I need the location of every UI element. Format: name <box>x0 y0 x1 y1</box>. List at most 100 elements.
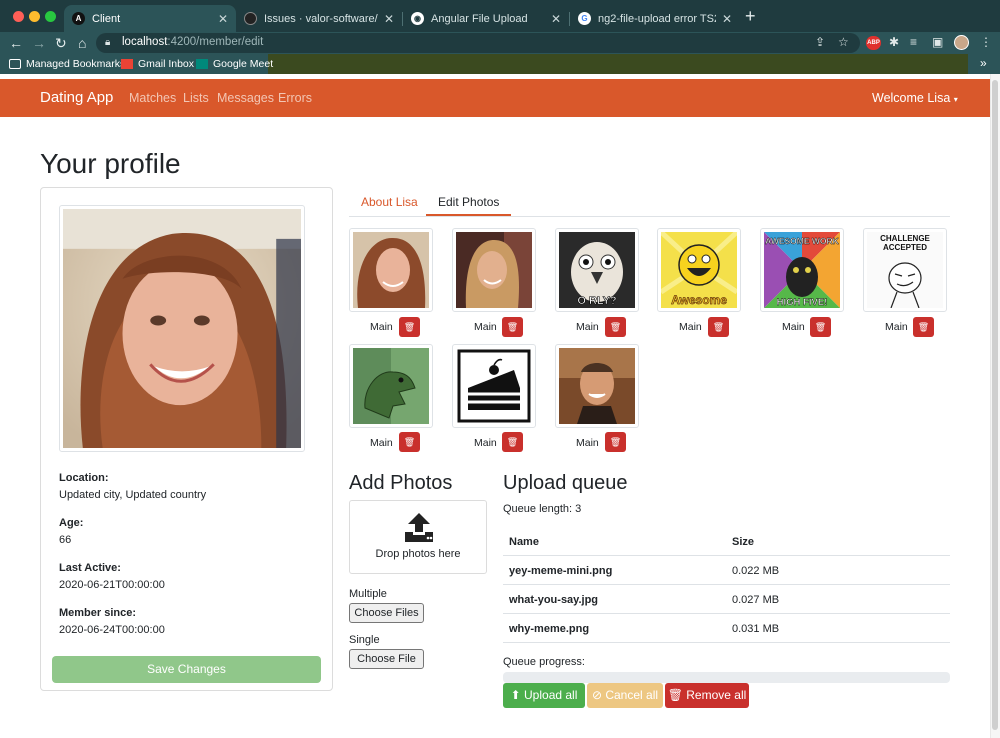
google-meet-icon <box>196 59 208 69</box>
set-main-button[interactable]: Main <box>474 437 497 449</box>
upload-all-button[interactable]: ⬆︎ Upload all <box>503 683 585 708</box>
delete-photo-button[interactable]: 🗑︎ <box>399 432 420 452</box>
page-scrollbar-thumb[interactable] <box>992 80 998 730</box>
photo-thumb <box>452 344 536 428</box>
age-value: 66 <box>59 534 72 546</box>
browser-tab-ng2-error[interactable]: G ng2-file-upload error TS2707: ✕ <box>570 5 740 32</box>
close-tab-icon[interactable]: ✕ <box>551 12 561 26</box>
queue-header-name: Name <box>509 536 539 548</box>
trash-icon: 🗑︎ <box>667 688 683 702</box>
queue-divider <box>503 555 950 556</box>
cat-caption-top: AWESOME WORK <box>765 236 840 246</box>
choose-file-button[interactable]: Choose File <box>349 649 424 669</box>
browser-tab-issues[interactable]: Issues · valor-software/ng2-file ✕ <box>236 5 402 32</box>
member-since-value: 2020-06-24T00:00:00 <box>59 624 165 636</box>
upload-icon: ⬆︎ <box>510 688 521 702</box>
set-main-button[interactable]: Main <box>370 321 393 333</box>
photo-thumb <box>452 228 536 312</box>
nav-link-lists[interactable]: Lists <box>183 91 209 105</box>
queue-file-name: what-you-say.jpg <box>509 594 599 606</box>
delete-photo-button[interactable]: 🗑︎ <box>605 317 626 337</box>
forward-icon[interactable]: → <box>32 34 46 52</box>
close-tab-icon[interactable]: ✕ <box>218 12 228 26</box>
tab-edit-photos[interactable]: Edit Photos <box>426 195 512 216</box>
member-since-label: Member since: <box>59 607 137 619</box>
delete-photo-button[interactable]: 🗑︎ <box>810 317 831 337</box>
minimize-window-button[interactable] <box>29 11 40 22</box>
photo-dropzone[interactable]: Drop photos here <box>349 500 487 574</box>
queue-file-size: 0.022 MB <box>732 565 780 577</box>
close-tab-icon[interactable]: ✕ <box>384 12 394 26</box>
save-changes-button[interactable]: Save Changes <box>52 656 321 683</box>
folder-icon <box>9 59 21 69</box>
photo-thumb <box>555 344 639 428</box>
close-window-button[interactable] <box>13 11 24 22</box>
adblock-icon[interactable]: ABP <box>866 36 881 50</box>
queue-divider <box>503 613 950 614</box>
page-title: Your profile <box>40 148 181 179</box>
queue-file-name: why-meme.png <box>509 623 590 635</box>
remove-all-button[interactable]: 🗑︎ Remove all <box>665 683 749 708</box>
delete-photo-button[interactable]: 🗑︎ <box>605 432 626 452</box>
delete-photo-button[interactable]: 🗑︎ <box>913 317 934 337</box>
awesome-caption: Awesome <box>671 293 727 307</box>
queue-progress-bar <box>503 672 950 683</box>
browser-menu-icon[interactable]: ⋮ <box>980 35 992 49</box>
share-icon[interactable]: ⇪ <box>815 35 825 49</box>
extensions-icon[interactable]: ✱ <box>889 35 899 49</box>
bookmarks-highlight <box>268 54 968 74</box>
brand-link[interactable]: Dating App <box>40 89 113 106</box>
reload-icon[interactable]: ↻ <box>55 34 67 52</box>
reading-list-icon[interactable]: ≡ <box>910 35 917 49</box>
delete-photo-button[interactable]: 🗑︎ <box>502 432 523 452</box>
dropzone-text: Drop photos here <box>375 548 461 560</box>
web-icon: ◉ <box>411 12 424 25</box>
last-active-label: Last Active: <box>59 562 121 574</box>
bookmark-gmail[interactable]: Gmail Inbox <box>121 58 194 70</box>
bookmarks-overflow-icon[interactable]: » <box>980 56 987 70</box>
close-tab-icon[interactable]: ✕ <box>722 12 732 26</box>
browser-tab-angular-file-upload[interactable]: ◉ Angular File Upload ✕ <box>403 5 569 32</box>
delete-photo-button[interactable]: 🗑︎ <box>399 317 420 337</box>
github-icon <box>244 12 257 25</box>
nav-link-matches[interactable]: Matches <box>129 91 176 105</box>
lock-icon[interactable]: 🔒︎ <box>105 37 110 48</box>
profile-avatar-icon[interactable] <box>954 35 969 50</box>
choose-files-button[interactable]: Choose Files <box>349 603 424 623</box>
nav-link-messages[interactable]: Messages <box>217 91 274 105</box>
caret-down-icon: ▾ <box>953 95 958 104</box>
photo-thumb <box>349 344 433 428</box>
delete-photo-button[interactable]: 🗑︎ <box>708 317 729 337</box>
set-main-button[interactable]: Main <box>782 321 805 333</box>
user-menu-toggle[interactable]: Welcome Lisa ▾ <box>872 91 958 105</box>
nav-link-errors[interactable]: Errors <box>278 91 312 105</box>
profile-photo <box>59 205 305 452</box>
tab-about[interactable]: About Lisa <box>361 195 418 209</box>
queue-divider <box>503 642 950 643</box>
set-main-button[interactable]: Main <box>576 321 599 333</box>
bookmark-meet[interactable]: Google Meet <box>196 58 273 70</box>
maximize-window-button[interactable] <box>45 11 56 22</box>
bookmark-star-icon[interactable]: ☆ <box>838 35 849 49</box>
home-icon[interactable]: ⌂ <box>78 34 86 52</box>
browser-tab-client[interactable]: A Client ✕ <box>64 5 236 32</box>
queue-header-size: Size <box>732 536 755 548</box>
new-tab-icon[interactable]: + <box>745 6 756 27</box>
set-main-button[interactable]: Main <box>679 321 702 333</box>
last-active-value: 2020-06-21T00:00:00 <box>59 579 165 591</box>
location-value: Updated city, Updated country <box>59 489 207 501</box>
back-icon[interactable]: ← <box>9 34 23 52</box>
app-navbar: Dating App Matches Lists Messages Errors… <box>0 79 990 117</box>
set-main-button[interactable]: Main <box>885 321 908 333</box>
set-main-button[interactable]: Main <box>474 321 497 333</box>
bookmark-managed[interactable]: Managed Bookmarks <box>9 58 125 70</box>
cancel-all-button[interactable]: ⊘ Cancel all <box>587 683 663 708</box>
side-panel-icon[interactable]: ▣ <box>932 35 943 49</box>
delete-photo-button[interactable]: 🗑︎ <box>502 317 523 337</box>
tabs-divider <box>349 216 950 217</box>
upload-icon <box>405 513 433 542</box>
set-main-button[interactable]: Main <box>576 437 599 449</box>
address-url[interactable]: localhost:4200/member/edit <box>122 36 263 48</box>
photo-thumb: O RLY? <box>555 228 639 312</box>
set-main-button[interactable]: Main <box>370 437 393 449</box>
